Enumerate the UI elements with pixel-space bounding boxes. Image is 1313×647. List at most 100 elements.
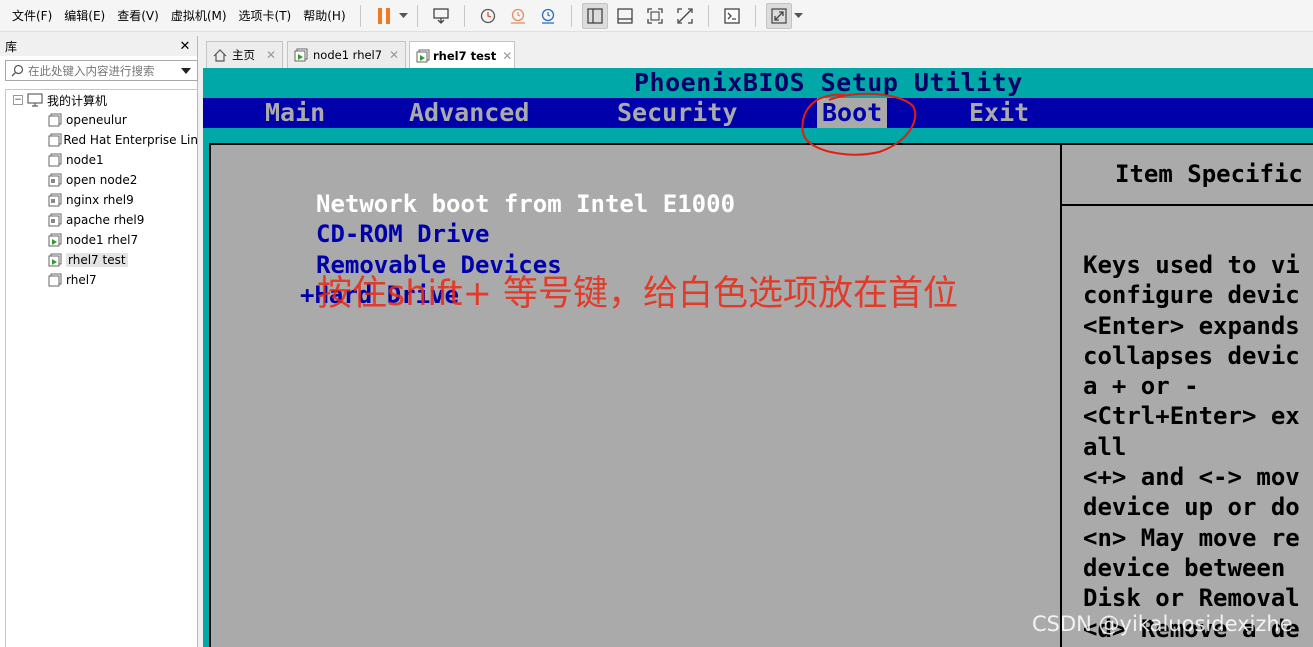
help-line: <+> and <-> mov [1083,463,1300,492]
snapshot-button[interactable] [475,3,501,29]
bios-menu-advanced[interactable]: Advanced [409,98,529,128]
bios-menu-exit[interactable]: Exit [969,98,1029,128]
vm-running-icon [48,253,66,267]
snapshot-manager-icon [541,8,554,24]
chevron-down-icon [794,12,804,18]
library-search-box[interactable] [5,60,198,81]
library-title: 库 [5,39,18,54]
vm-label: open node2 [66,173,138,187]
vm-running-icon [416,49,430,63]
pause-icon [377,7,390,24]
menu-help[interactable]: 帮助(H) [297,7,351,24]
vm-item-apache-rhel9[interactable]: apache rhel9 [6,210,198,230]
vm-label: apache rhel9 [66,213,145,227]
chevron-down-icon[interactable] [178,67,194,74]
vm-running-icon [48,233,66,247]
tab-home[interactable]: 主页 ✕ [206,41,283,68]
vm-console[interactable]: PhoenixBIOS Setup Utility Main Advanced … [203,68,1313,647]
bios-menu-main[interactable]: Main [265,98,325,128]
chevron-down-icon [399,12,409,18]
snapshot-manager-button[interactable] [535,3,561,29]
send-ctrl-alt-del-button[interactable] [428,3,454,29]
tab-label: node1 rhel7 [313,48,383,62]
vm-linked-icon [48,193,66,207]
vm-item-node1-rhel7[interactable]: node1 rhel7 [6,230,198,250]
help-line: Keys used to vi [1083,251,1300,279]
vm-icon [48,153,66,167]
vm-item-open-node2[interactable]: open node2 [6,170,198,190]
boot-item-cdrom[interactable]: CD-ROM Drive [316,219,489,249]
tab-node1-rhel7[interactable]: node1 rhel7 ✕ [287,41,406,68]
bios-divider [1060,145,1063,647]
bios-menubar: Main Advanced Security Boot Exit [203,98,1313,128]
thumbnail-layout-icon [616,7,633,24]
vm-label: node1 [66,153,104,167]
toolbar-separator [707,4,709,27]
tab-rhel7-test[interactable]: rhel7 test ✕ [409,41,515,69]
tab-bar: 主页 ✕ node1 rhel7 ✕ rhel7 test ✕ [203,40,1313,69]
tree-root-label: 我的计算机 [47,93,108,108]
tree-root-my-computer[interactable]: − 我的计算机 [6,90,198,110]
vm-item-node1[interactable]: node1 [6,150,198,170]
computer-icon [27,93,45,107]
show-library-button[interactable] [581,2,608,29]
annotation-circle [801,92,917,156]
vm-item-red-hat-enterprise[interactable]: Red Hat Enterprise Lin [6,130,198,150]
vm-icon [48,113,66,127]
vm-label: node1 rhel7 [66,233,139,247]
fullscreen-button[interactable] [642,3,668,29]
help-line: <Enter> expands [1083,311,1300,340]
vm-item-rhel7-test[interactable]: rhel7 test [6,250,198,270]
vm-item-nginx-rhel9[interactable]: nginx rhel9 [6,190,198,210]
help-line: device up or do [1083,493,1300,522]
close-icon[interactable]: ✕ [178,39,192,54]
collapse-icon[interactable]: − [13,95,23,105]
vm-linked-icon [48,213,66,227]
library-pane: 库 ✕ − 我的计算机 openeulur Red Hat Enterprise… [0,36,198,647]
annotation-text: 按住shift+ 等号键，给白色选项放在首位 [317,274,959,314]
close-icon[interactable]: ✕ [496,49,512,63]
help-line: device between [1083,553,1286,582]
vm-running-icon [294,48,310,62]
thumbnail-bar-button[interactable] [612,3,638,29]
vm-icon [48,273,66,287]
menu-tabs[interactable]: 选项卡(T) [233,7,298,24]
stretch-guest-button[interactable] [765,2,792,29]
help-line: <n> May move re [1083,523,1300,552]
library-layout-icon [586,7,603,24]
vm-label: rhel7 [66,273,97,287]
bios-menu-security[interactable]: Security [617,98,737,128]
unity-button[interactable] [672,3,698,29]
vm-icon [48,133,63,147]
menu-edit[interactable]: 编辑(E) [58,7,111,24]
library-tree: − 我的计算机 openeulur Red Hat Enterprise Lin… [5,89,198,647]
help-line: a + or - [1083,372,1199,401]
boot-item-network[interactable]: Network boot from Intel E1000 [316,189,735,219]
snapshot-clock-icon [480,8,495,23]
stretch-icon [771,7,787,24]
home-icon [213,48,229,62]
menu-view[interactable]: 查看(V) [111,7,165,24]
console-view-button[interactable] [719,3,745,29]
unity-icon [676,7,693,24]
close-icon[interactable]: ✕ [260,48,276,62]
menu-vm[interactable]: 虚拟机(M) [165,7,233,24]
stretch-dropdown[interactable] [794,3,804,29]
pause-dropdown[interactable] [399,3,409,29]
vm-item-openeulur[interactable]: openeulur [6,110,198,130]
toolbar-separator [416,4,418,27]
bios-body-panel: Network boot from Intel E1000 CD-ROM Dri… [209,143,1313,647]
fullscreen-icon [646,7,663,24]
terminal-icon [723,7,740,24]
search-input[interactable] [28,63,178,78]
vm-label: rhel7 test [66,253,128,267]
menu-file[interactable]: 文件(F) [0,7,58,24]
vm-label: Red Hat Enterprise Lin [63,133,198,147]
vm-item-rhel7[interactable]: rhel7 [6,270,198,290]
revert-snapshot-button[interactable] [505,3,531,29]
pause-button[interactable] [371,3,397,29]
help-title: Item Specific [1115,160,1303,188]
vm-label: openeulur [66,113,127,127]
library-header: 库 ✕ [0,36,197,56]
close-icon[interactable]: ✕ [383,48,399,62]
